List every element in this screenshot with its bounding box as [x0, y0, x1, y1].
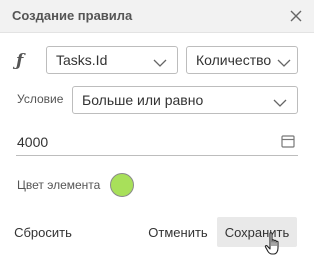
- save-button[interactable]: Сохранить: [217, 217, 297, 247]
- aggregation-select-value: Количество: [196, 52, 272, 68]
- field-select-value: Tasks.Id: [56, 52, 108, 68]
- aggregation-select[interactable]: Количество: [186, 46, 298, 74]
- reset-button[interactable]: Сбросить: [12, 217, 74, 247]
- field-select[interactable]: Tasks.Id: [46, 46, 178, 74]
- chevron-down-icon: [273, 95, 287, 107]
- close-icon[interactable]: [288, 8, 304, 24]
- chevron-down-icon: [153, 55, 167, 67]
- condition-label: Условие: [17, 92, 64, 106]
- function-icon: ƒ: [16, 51, 24, 71]
- condition-select-value: Больше или равно: [82, 92, 204, 108]
- cancel-button[interactable]: Отменить: [144, 217, 212, 247]
- condition-select[interactable]: Больше или равно: [72, 86, 298, 114]
- calendar-icon[interactable]: [281, 134, 295, 148]
- dialog-title: Создание правила: [12, 8, 133, 23]
- dialog-header: Создание правила: [0, 0, 314, 33]
- threshold-input[interactable]: [16, 128, 298, 156]
- chevron-down-icon: [277, 55, 291, 67]
- element-color-label: Цвет элемента: [17, 178, 101, 192]
- create-rule-dialog: Создание правила ƒ Tasks.Id Количество У…: [0, 0, 314, 260]
- element-color-swatch[interactable]: [110, 173, 134, 197]
